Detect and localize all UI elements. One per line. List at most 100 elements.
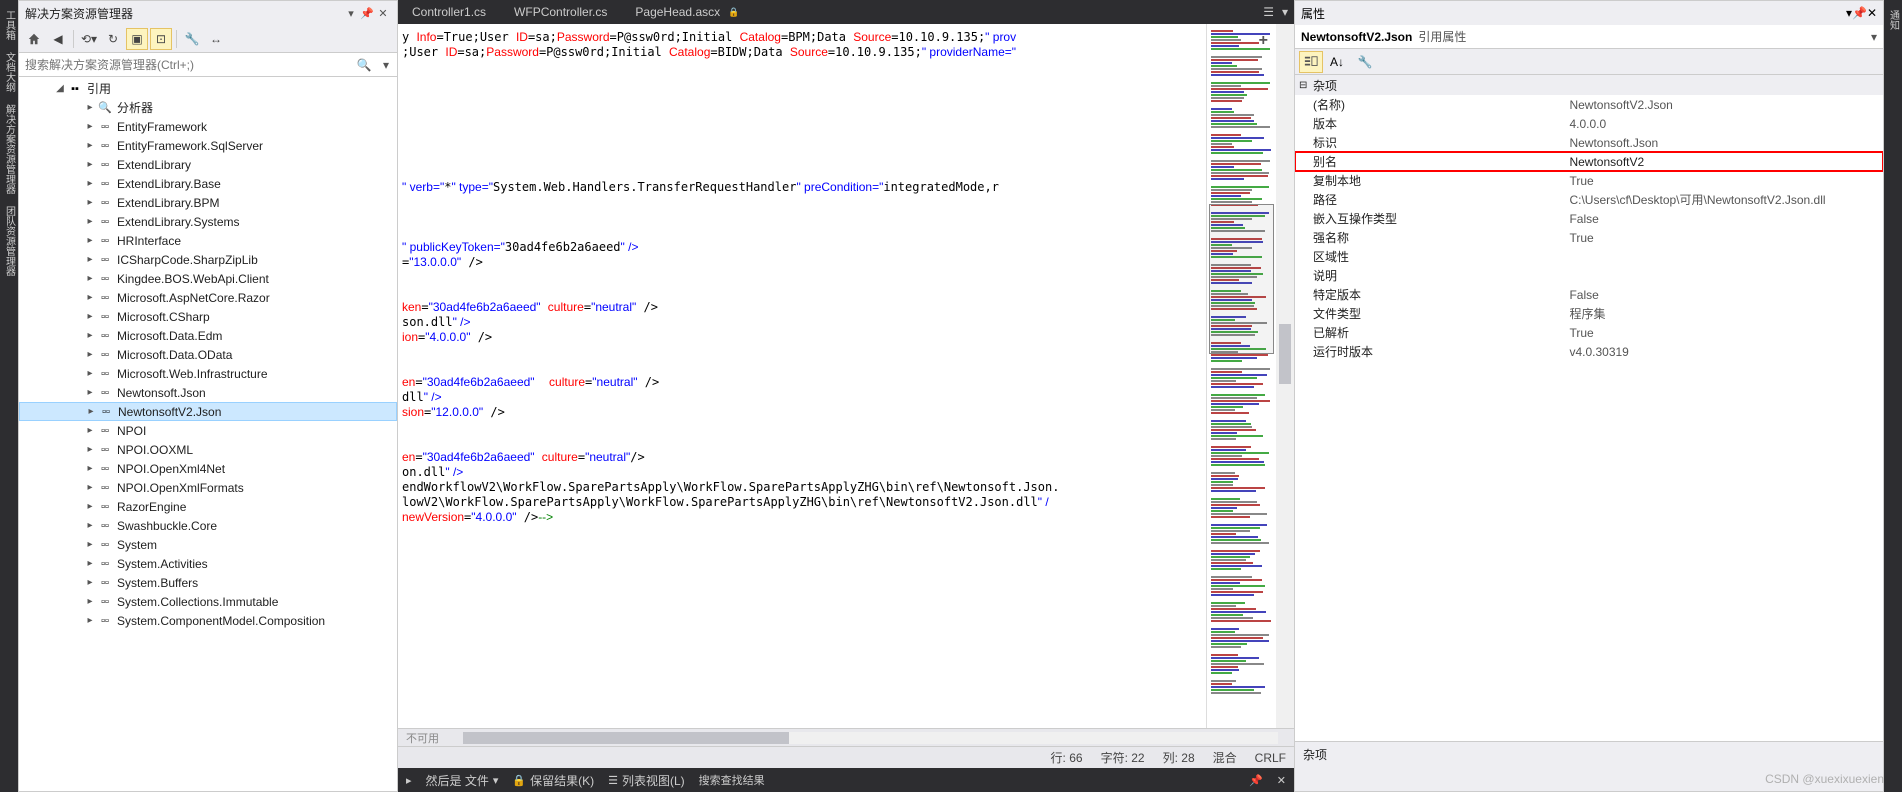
tree-item[interactable]: ▸▫▫System bbox=[19, 535, 397, 554]
tab-wfpcontroller[interactable]: WFPController.cs bbox=[500, 0, 621, 24]
property-row[interactable]: 别名NewtonsoftV2 bbox=[1295, 152, 1883, 171]
property-value[interactable]: 4.0.0.0 bbox=[1565, 117, 1883, 131]
dock-tab-notifications[interactable]: 通知 bbox=[1886, 4, 1901, 36]
find-keep[interactable]: 🔒 保留结果(K) bbox=[512, 772, 594, 789]
property-row[interactable]: 已解析True bbox=[1295, 323, 1883, 342]
tree-item[interactable]: ▸▫▫ExtendLibrary.Systems bbox=[19, 212, 397, 231]
property-row[interactable]: 复制本地True bbox=[1295, 171, 1883, 190]
tree-item[interactable]: ▸▫▫Kingdee.BOS.WebApi.Client bbox=[19, 269, 397, 288]
property-row[interactable]: 强名称True bbox=[1295, 228, 1883, 247]
property-row[interactable]: 区域性 bbox=[1295, 247, 1883, 266]
property-row[interactable]: 嵌入互操作类型False bbox=[1295, 209, 1883, 228]
minimap[interactable]: + bbox=[1206, 24, 1276, 728]
tree-item[interactable]: ▸▫▫Microsoft.Data.OData bbox=[19, 345, 397, 364]
property-row[interactable]: 版本4.0.0.0 bbox=[1295, 114, 1883, 133]
property-value[interactable]: NewtonsoftV2 bbox=[1565, 155, 1883, 169]
find-scope[interactable]: 然后是 文件 ▾ bbox=[426, 772, 499, 789]
tree-item[interactable]: ▸▫▫NPOI.OpenXmlFormats bbox=[19, 478, 397, 497]
tree-root-references[interactable]: ◢▪▪引用 bbox=[19, 79, 397, 98]
property-row[interactable]: 标识Newtonsoft.Json bbox=[1295, 133, 1883, 152]
property-row[interactable]: 特定版本False bbox=[1295, 285, 1883, 304]
tree-item[interactable]: ▸▫▫NPOI bbox=[19, 421, 397, 440]
pin-icon[interactable]: 📌 bbox=[359, 5, 375, 21]
property-row[interactable]: 运行时版本v4.0.30319 bbox=[1295, 342, 1883, 361]
property-value[interactable]: Newtonsoft.Json bbox=[1565, 136, 1883, 150]
vertical-scrollbar[interactable] bbox=[1276, 24, 1294, 728]
preview-icon[interactable]: ↔ bbox=[205, 28, 227, 50]
find-listview[interactable]: ☰ 列表视图(L) bbox=[608, 772, 685, 789]
props-close-icon[interactable]: ✕ bbox=[1867, 6, 1877, 20]
dock-tab-outline[interactable]: 文档大纲 bbox=[2, 46, 17, 98]
tree-item[interactable]: ▸▫▫EntityFramework.SqlServer bbox=[19, 136, 397, 155]
tree-item[interactable]: ▸🔍分析器 bbox=[19, 98, 397, 117]
property-row[interactable]: 说明 bbox=[1295, 266, 1883, 285]
property-value[interactable]: v4.0.30319 bbox=[1565, 345, 1883, 359]
property-value[interactable]: False bbox=[1565, 212, 1883, 226]
object-dropdown-icon[interactable]: ▾ bbox=[1871, 30, 1877, 44]
property-row[interactable]: 文件类型程序集 bbox=[1295, 304, 1883, 323]
tree-item[interactable]: ▸▫▫RazorEngine bbox=[19, 497, 397, 516]
collapse-icon[interactable]: ⊡ bbox=[150, 28, 172, 50]
property-value[interactable]: True bbox=[1565, 231, 1883, 245]
show-all-icon[interactable]: ▣ bbox=[126, 28, 148, 50]
hscroll-thumb[interactable] bbox=[463, 732, 789, 744]
properties-icon[interactable]: 🔧 bbox=[181, 28, 203, 50]
categorized-icon[interactable] bbox=[1299, 51, 1323, 73]
tree-item[interactable]: ▸▫▫ICSharpCode.SharpZipLib bbox=[19, 250, 397, 269]
scrollbar-thumb[interactable] bbox=[1279, 324, 1291, 384]
props-wrench-icon[interactable]: 🔧 bbox=[1353, 51, 1377, 73]
property-value[interactable]: C:\Users\cf\Desktop\可用\NewtonsoftV2.Json… bbox=[1565, 191, 1883, 208]
search-dropdown-icon[interactable]: ▾ bbox=[375, 58, 397, 72]
tree-item[interactable]: ▸▫▫ExtendLibrary bbox=[19, 155, 397, 174]
alphabetical-icon[interactable]: A↓ bbox=[1325, 51, 1349, 73]
tree-item[interactable]: ▸▫▫HRInterface bbox=[19, 231, 397, 250]
home-icon[interactable] bbox=[23, 28, 45, 50]
code-editor[interactable]: y Info=True;User ID=sa;Password=P@ssw0rd… bbox=[398, 24, 1206, 728]
properties-object-selector[interactable]: NewtonsoftV2.Json 引用属性 ▾ bbox=[1295, 25, 1883, 49]
back-icon[interactable]: ◀ bbox=[47, 28, 69, 50]
property-value[interactable]: 程序集 bbox=[1565, 305, 1883, 322]
tree-item[interactable]: ▸▫▫NPOI.OpenXml4Net bbox=[19, 459, 397, 478]
property-value[interactable]: False bbox=[1565, 288, 1883, 302]
sync-icon[interactable]: ⟲▾ bbox=[78, 28, 100, 50]
tab-dropdown-icon[interactable]: ▾ bbox=[1282, 5, 1288, 19]
tab-pagehead[interactable]: PageHead.ascx bbox=[621, 0, 753, 24]
tree-item[interactable]: ▸▫▫Microsoft.Data.Edm bbox=[19, 326, 397, 345]
dropdown-icon[interactable]: ▾ bbox=[343, 5, 359, 21]
property-value[interactable]: True bbox=[1565, 326, 1883, 340]
tree-item[interactable]: ▸▫▫System.Collections.Immutable bbox=[19, 592, 397, 611]
search-input[interactable] bbox=[19, 58, 353, 72]
tab-controller1[interactable]: Controller1.cs bbox=[398, 0, 500, 24]
dock-tab-team[interactable]: 团队资源管理器 bbox=[2, 200, 17, 282]
hscroll-track[interactable] bbox=[463, 732, 1278, 744]
tree-item[interactable]: ▸▫▫System.Buffers bbox=[19, 573, 397, 592]
add-icon[interactable]: + bbox=[1259, 32, 1268, 50]
tree-item[interactable]: ▸▫▫Microsoft.Web.Infrastructure bbox=[19, 364, 397, 383]
tree-item[interactable]: ▸▫▫EntityFramework bbox=[19, 117, 397, 136]
find-close-icon[interactable]: ✕ bbox=[1277, 774, 1286, 787]
find-pin-icon[interactable]: 📌 bbox=[1249, 774, 1263, 787]
property-row[interactable]: (名称)NewtonsoftV2.Json bbox=[1295, 95, 1883, 114]
tree-item[interactable]: ▸▫▫Swashbuckle.Core bbox=[19, 516, 397, 535]
tree-item[interactable]: ▸▫▫NPOI.OOXML bbox=[19, 440, 397, 459]
tab-overflow-icon[interactable]: ☰ bbox=[1263, 5, 1274, 19]
property-value[interactable]: True bbox=[1565, 174, 1883, 188]
tree-item[interactable]: ▸▫▫System.ComponentModel.Composition bbox=[19, 611, 397, 630]
minimap-viewport[interactable] bbox=[1209, 204, 1274, 354]
tree-item[interactable]: ▸▫▫ExtendLibrary.BPM bbox=[19, 193, 397, 212]
props-pin-icon[interactable]: 📌 bbox=[1852, 6, 1867, 20]
close-icon[interactable]: ✕ bbox=[375, 5, 391, 21]
tree-item[interactable]: ▸▫▫Microsoft.CSharp bbox=[19, 307, 397, 326]
property-value[interactable]: NewtonsoftV2.Json bbox=[1565, 98, 1883, 112]
find-chevron-icon[interactable]: ▸ bbox=[406, 774, 412, 787]
tree-item[interactable]: ▸▫▫System.Activities bbox=[19, 554, 397, 573]
property-row[interactable]: 路径C:\Users\cf\Desktop\可用\NewtonsoftV2.Js… bbox=[1295, 190, 1883, 209]
tree-item[interactable]: ▸▫▫ExtendLibrary.Base bbox=[19, 174, 397, 193]
search-icon[interactable]: 🔍 bbox=[353, 58, 375, 72]
category-row[interactable]: ⊟ 杂项 bbox=[1295, 75, 1883, 95]
collapse-category-icon[interactable]: ⊟ bbox=[1299, 80, 1313, 91]
tree-item[interactable]: ▸▫▫Newtonsoft.Json bbox=[19, 383, 397, 402]
refresh-icon[interactable]: ↻ bbox=[102, 28, 124, 50]
tree-item[interactable]: ▸▫▫NewtonsoftV2.Json bbox=[19, 402, 397, 421]
dock-tab-toolbox[interactable]: 工具箱 bbox=[2, 4, 17, 46]
